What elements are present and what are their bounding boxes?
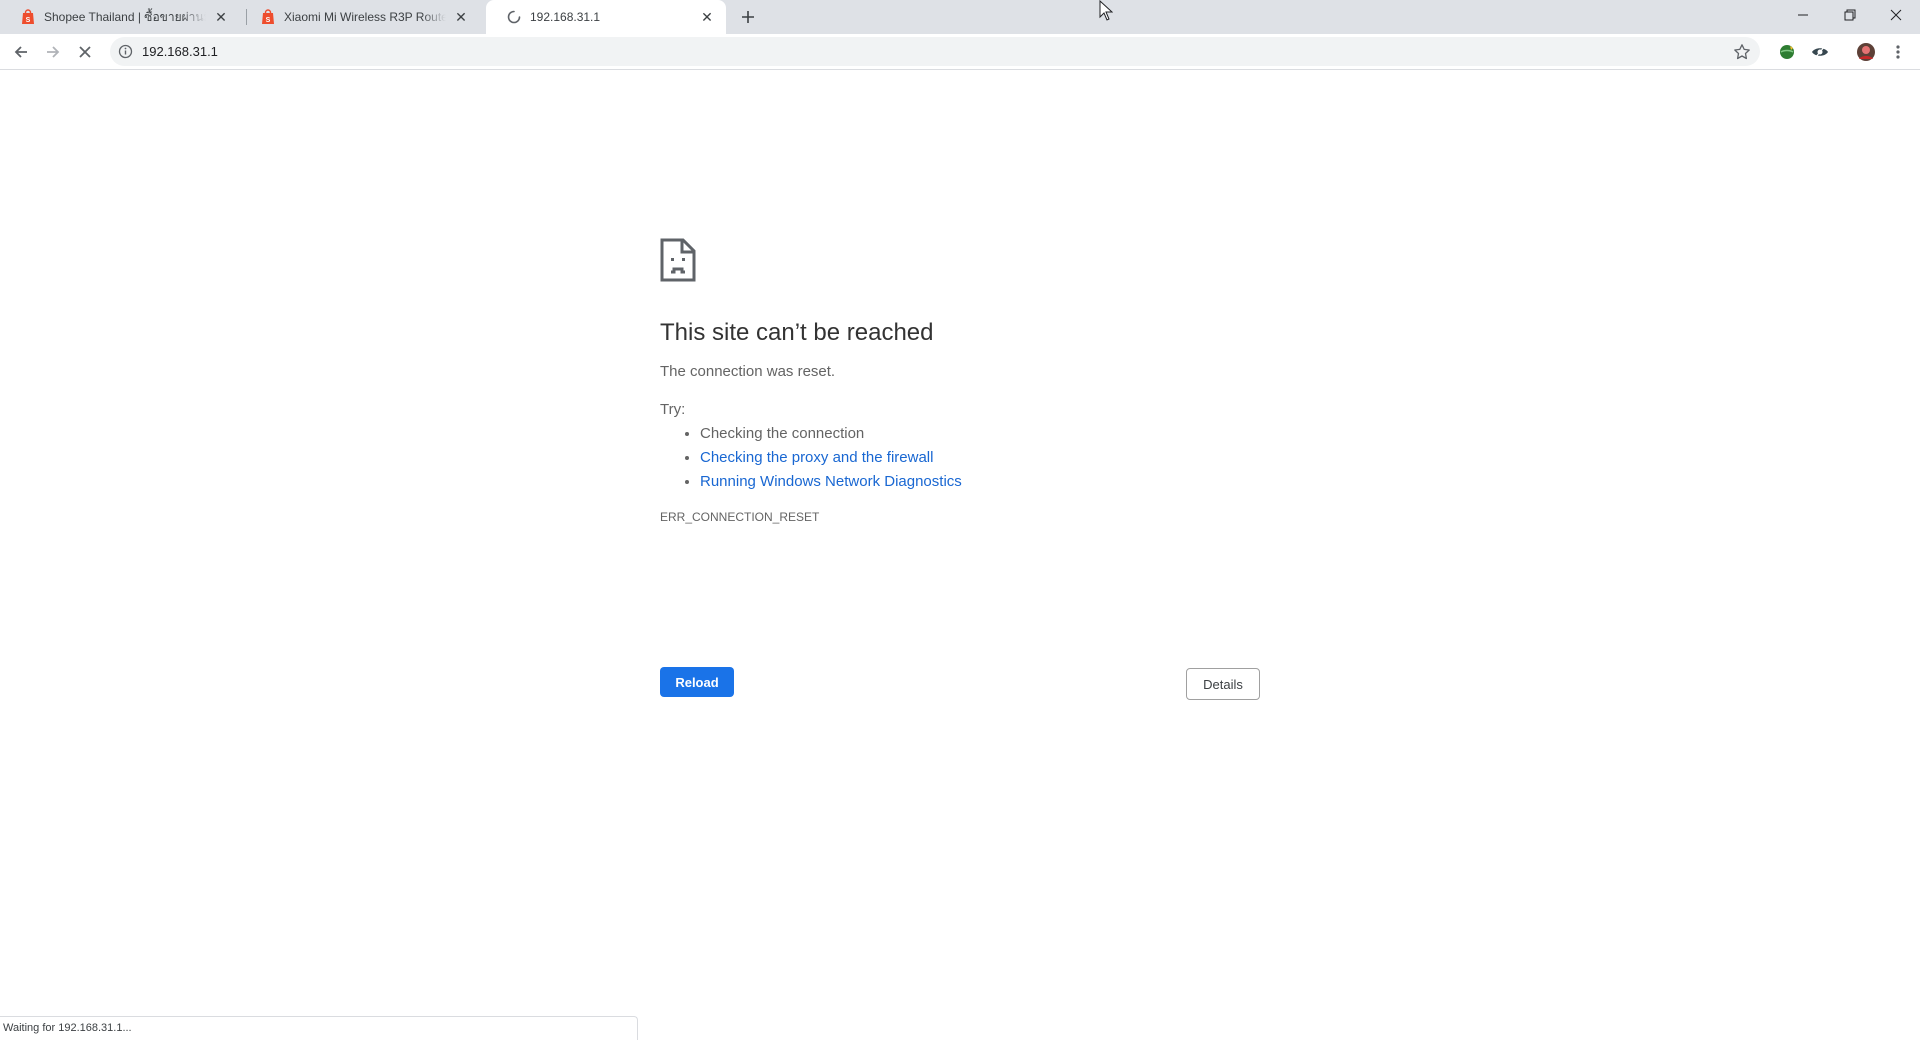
arrow-right-icon bbox=[47, 46, 60, 58]
globe-extension-icon bbox=[1780, 45, 1794, 59]
star-icon[interactable] bbox=[1732, 42, 1752, 62]
close-icon[interactable]: ✕ bbox=[452, 8, 470, 26]
mouse-cursor-icon bbox=[1099, 0, 1113, 21]
eye-extension-icon bbox=[1812, 45, 1828, 59]
svg-text:S: S bbox=[26, 17, 31, 24]
browser-toolbar: 192.168.31.1 bbox=[0, 34, 1920, 70]
tab-title: Xiaomi Mi Wireless R3P Router P bbox=[284, 10, 446, 24]
close-icon[interactable]: ✕ bbox=[212, 8, 230, 26]
address-bar[interactable]: 192.168.31.1 bbox=[110, 37, 1760, 66]
error-container: This site can’t be reached The connectio… bbox=[660, 238, 1260, 700]
plus-icon bbox=[742, 11, 754, 23]
profile-avatar[interactable] bbox=[1852, 38, 1880, 66]
suggestion-item: Running Windows Network Diagnostics bbox=[700, 470, 1260, 494]
sad-page-icon bbox=[660, 238, 696, 282]
suggestion-link-network-diagnostics[interactable]: Running Windows Network Diagnostics bbox=[700, 473, 962, 490]
close-window-button[interactable] bbox=[1873, 0, 1919, 30]
tab-xiaomi-router[interactable]: S Xiaomi Mi Wireless R3P Router P ✕ bbox=[240, 0, 480, 34]
suggestion-list: Checking the connection Checking the pro… bbox=[660, 422, 1260, 494]
reload-button[interactable]: Reload bbox=[660, 667, 734, 697]
suggestion-item: Checking the connection bbox=[700, 422, 1260, 446]
status-bubble: Waiting for 192.168.31.1... bbox=[0, 1016, 638, 1040]
back-button[interactable] bbox=[7, 38, 35, 66]
stop-loading-button[interactable] bbox=[71, 38, 99, 66]
minimize-icon bbox=[1798, 14, 1808, 16]
restore-button[interactable] bbox=[1827, 0, 1873, 30]
loading-spinner-icon bbox=[506, 9, 522, 25]
extension-button[interactable] bbox=[1773, 38, 1801, 66]
restore-icon bbox=[1844, 9, 1856, 21]
minimize-button[interactable] bbox=[1780, 0, 1826, 30]
svg-text:S: S bbox=[266, 17, 271, 24]
url-text[interactable]: 192.168.31.1 bbox=[142, 44, 218, 59]
forward-button[interactable] bbox=[39, 38, 67, 66]
error-code: ERR_CONNECTION_RESET bbox=[660, 510, 820, 524]
error-title: This site can’t be reached bbox=[660, 319, 934, 346]
stop-icon bbox=[79, 46, 91, 58]
shopee-bag-icon: S bbox=[260, 9, 276, 25]
arrow-left-icon bbox=[14, 46, 27, 58]
shopee-bag-icon: S bbox=[20, 9, 36, 25]
more-vert-icon bbox=[1896, 45, 1900, 59]
close-icon bbox=[1890, 9, 1902, 21]
error-summary: The connection was reset. bbox=[660, 363, 836, 380]
close-icon[interactable]: ✕ bbox=[698, 8, 716, 26]
tab-shopee-thailand[interactable]: S Shopee Thailand | ซื้อขายผ่านมือถือ ✕ bbox=[0, 0, 240, 34]
suggestion-link-proxy-firewall[interactable]: Checking the proxy and the firewall bbox=[700, 449, 933, 466]
tab-router-admin[interactable]: 192.168.31.1 ✕ bbox=[486, 0, 726, 34]
tab-title: Shopee Thailand | ซื้อขายผ่านมือถือ bbox=[44, 9, 206, 24]
new-tab-button[interactable] bbox=[736, 5, 760, 29]
avatar-icon bbox=[1857, 43, 1875, 61]
try-label: Try: bbox=[660, 401, 686, 418]
page-content: This site can’t be reached The connectio… bbox=[0, 71, 1920, 1016]
details-button[interactable]: Details bbox=[1186, 668, 1260, 700]
menu-button[interactable] bbox=[1884, 38, 1912, 66]
extension-button[interactable] bbox=[1806, 38, 1834, 66]
suggestion-item: Checking the proxy and the firewall bbox=[700, 446, 1260, 470]
info-icon[interactable] bbox=[118, 44, 133, 59]
tab-title: 192.168.31.1 bbox=[530, 10, 601, 24]
suggestion-check-connection: Checking the connection bbox=[700, 425, 865, 442]
tab-strip: S Shopee Thailand | ซื้อขายผ่านมือถือ ✕ … bbox=[0, 0, 1920, 34]
